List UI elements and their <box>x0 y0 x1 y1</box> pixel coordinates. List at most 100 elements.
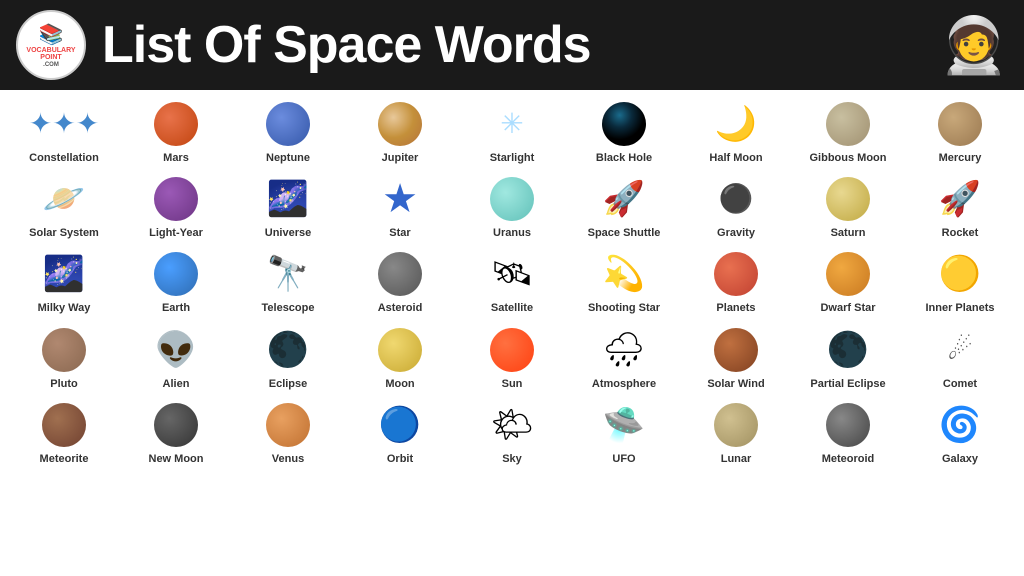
space-word-item: New Moon <box>120 395 232 470</box>
space-word-item: Pluto <box>8 320 120 395</box>
item-icon: 🌤 <box>490 399 533 451</box>
astronaut-icon: 🧑‍🚀 <box>940 13 1008 78</box>
item-label: Starlight <box>490 152 535 165</box>
item-label: Earth <box>162 302 190 315</box>
space-word-item: 🚀 Rocket <box>904 169 1016 244</box>
space-word-item: ✳ Starlight <box>456 94 568 169</box>
header: 📚 VOCABULARY POINT .COM List Of Space Wo… <box>0 0 1024 90</box>
item-icon <box>826 399 870 451</box>
space-word-item: 🌑Partial Eclipse <box>792 320 904 395</box>
item-label: Constellation <box>29 152 99 165</box>
item-icon <box>602 98 646 150</box>
item-label: Black Hole <box>596 152 652 165</box>
item-icon: 🪐 <box>43 173 85 225</box>
space-word-item: Venus <box>232 395 344 470</box>
item-label: Moon <box>385 378 414 391</box>
space-word-item: Dwarf Star <box>792 244 904 319</box>
space-word-item: Meteoroid <box>792 395 904 470</box>
item-icon <box>714 324 758 376</box>
item-icon <box>826 173 870 225</box>
item-label: Rocket <box>942 227 979 240</box>
item-icon: ✳ <box>500 98 523 150</box>
space-word-item: 🔭 Telescope <box>232 244 344 319</box>
item-icon <box>266 399 310 451</box>
item-label: Telescope <box>262 302 315 315</box>
item-label: Jupiter <box>382 152 419 165</box>
space-word-item: Asteroid <box>344 244 456 319</box>
item-label: Gibbous Moon <box>810 152 887 165</box>
item-icon <box>826 248 870 300</box>
item-icon: ★ <box>382 173 418 225</box>
item-icon: 🌌 <box>43 248 85 300</box>
item-label: Light-Year <box>149 227 203 240</box>
space-word-item: 🛸UFO <box>568 395 680 470</box>
item-label: Planets <box>716 302 755 315</box>
item-icon: 💫 <box>603 248 645 300</box>
space-word-item: ⚫ Gravity <box>680 169 792 244</box>
page-title: List Of Space Words <box>102 15 940 75</box>
space-word-item: Mars <box>120 94 232 169</box>
item-label: Mars <box>163 152 189 165</box>
item-label: Meteoroid <box>822 453 875 466</box>
space-word-item: Lunar <box>680 395 792 470</box>
space-word-item: 🟡 Inner Planets <box>904 244 1016 319</box>
item-icon <box>714 248 758 300</box>
item-label: Galaxy <box>942 453 978 466</box>
item-icon <box>154 248 198 300</box>
item-label: Sky <box>502 453 522 466</box>
item-label: Milky Way <box>38 302 91 315</box>
space-word-item: Planets <box>680 244 792 319</box>
item-icon <box>938 98 982 150</box>
space-word-item: 🛰 Satellite <box>456 244 568 319</box>
item-label: Mercury <box>939 152 982 165</box>
item-label: Atmosphere <box>592 378 656 391</box>
item-icon: 🚀 <box>603 173 645 225</box>
item-label: Gravity <box>717 227 755 240</box>
item-icon <box>154 399 198 451</box>
item-label: Orbit <box>387 453 413 466</box>
space-word-item: 🌀Galaxy <box>904 395 1016 470</box>
item-label: Satellite <box>491 302 533 315</box>
space-word-item: 🌤 Sky <box>456 395 568 470</box>
item-icon <box>154 98 198 150</box>
item-icon <box>42 324 86 376</box>
item-icon <box>826 98 870 150</box>
space-word-item: Black Hole <box>568 94 680 169</box>
item-label: UFO <box>612 453 635 466</box>
item-label: Dwarf Star <box>820 302 875 315</box>
item-label: Star <box>389 227 410 240</box>
space-word-item: Solar Wind <box>680 320 792 395</box>
space-word-item: Mercury <box>904 94 1016 169</box>
item-icon: 🌙 <box>715 98 757 150</box>
item-label: Alien <box>163 378 190 391</box>
item-icon <box>378 98 422 150</box>
item-icon <box>490 173 534 225</box>
item-label: Lunar <box>721 453 752 466</box>
item-label: New Moon <box>149 453 204 466</box>
space-word-item: ✦✦✦Constellation <box>8 94 120 169</box>
space-word-item: Sun <box>456 320 568 395</box>
item-icon: 🚀 <box>939 173 981 225</box>
space-word-item: Uranus <box>456 169 568 244</box>
space-word-item: 🌙Half Moon <box>680 94 792 169</box>
item-icon: 🌑 <box>827 324 869 376</box>
item-label: Venus <box>272 453 304 466</box>
item-icon: 🌌 <box>267 173 309 225</box>
space-word-item: Earth <box>120 244 232 319</box>
item-icon: 🟡 <box>939 248 981 300</box>
item-icon <box>42 399 86 451</box>
space-word-item: 🔵Orbit <box>344 395 456 470</box>
item-icon: 🛰 <box>490 248 533 300</box>
item-icon: 🔭 <box>267 248 309 300</box>
item-icon: 🌑 <box>267 324 309 376</box>
item-label: Meteorite <box>40 453 89 466</box>
item-label: Inner Planets <box>925 302 994 315</box>
space-word-item: 🌌 Milky Way <box>8 244 120 319</box>
space-word-item: 🌑Eclipse <box>232 320 344 395</box>
item-label: Neptune <box>266 152 310 165</box>
item-icon: ⚫ <box>719 173 754 225</box>
item-icon <box>714 399 758 451</box>
item-icon: 🌧 <box>602 324 645 376</box>
item-label: Uranus <box>493 227 531 240</box>
item-label: Asteroid <box>378 302 423 315</box>
